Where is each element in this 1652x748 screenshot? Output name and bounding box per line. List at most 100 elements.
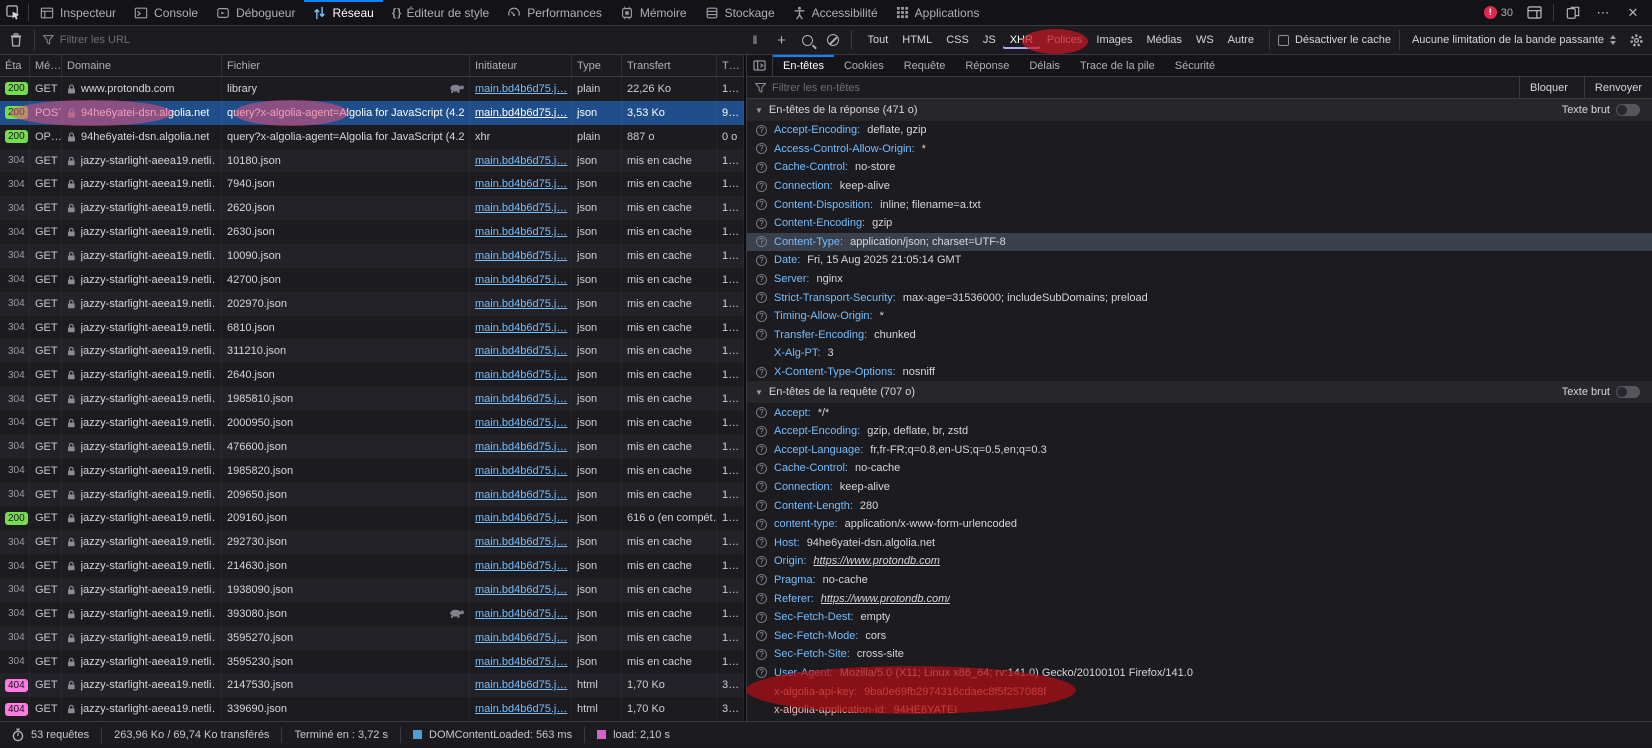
initiator-link[interactable]: main.bd4b6d75.j… [475,703,567,715]
help-question-icon[interactable]: ? [756,500,767,511]
help-question-icon[interactable]: ? [756,593,767,604]
type-filter-xhr[interactable]: XHR [1003,31,1040,49]
table-row[interactable]: 304 GET jazzy-starlight-aeea19.netli… 68… [0,316,744,340]
tab-console[interactable]: Console [125,0,207,25]
header-row[interactable]: ? Sec-Fetch-Dest: empty [747,608,1652,627]
toolbox-dock-icon[interactable] [1521,6,1547,19]
table-row[interactable]: 200 GET jazzy-starlight-aeea19.netli… 20… [0,506,744,530]
col-status[interactable]: Éta [0,55,30,76]
table-row[interactable]: 304 GET jazzy-starlight-aeea19.netli… 26… [0,220,744,244]
table-row[interactable]: 304 GET jazzy-starlight-aeea19.netli… 10… [0,244,744,268]
header-row[interactable]: ? Timing-Allow-Origin: * [747,307,1652,326]
header-row[interactable]: ? Content-Type: application/json; charse… [747,233,1652,252]
initiator-link[interactable]: main.bd4b6d75.j… [475,584,567,596]
initiator-link[interactable]: main.bd4b6d75.j… [475,202,567,214]
domcontentloaded-time[interactable]: DOMContentLoaded: 563 ms [401,727,585,743]
collapse-panel-icon[interactable] [747,55,773,76]
initiator-link[interactable]: main.bd4b6d75.j… [475,322,567,334]
header-row[interactable]: x-algolia-api-key: 9ba0e69fb2974316cdaec… [747,682,1652,701]
initiator-link[interactable]: main.bd4b6d75.j… [475,512,567,524]
type-filter-polices[interactable]: Polices [1040,31,1089,49]
type-filter-médias[interactable]: Médias [1139,31,1188,49]
header-row[interactable]: ? Accept-Encoding: deflate, gzip [747,121,1652,140]
table-row[interactable]: 304 GET jazzy-starlight-aeea19.netli… 10… [0,149,744,173]
disable-cache-checkbox[interactable]: Désactiver le cache [1278,34,1391,46]
pick-element-icon[interactable] [0,0,26,25]
header-row[interactable]: ? Cache-Control: no-store [747,158,1652,177]
header-row[interactable]: ? Sec-Fetch-Mode: cors [747,626,1652,645]
header-row[interactable]: ? Content-Encoding: gzip [747,214,1652,233]
resend-button[interactable]: Renvoyer [1584,77,1652,98]
help-question-icon[interactable]: ? [756,218,767,229]
tab-accessibilite[interactable]: Accessibilité [784,0,887,25]
initiator-link[interactable]: main.bd4b6d75.j… [475,489,567,501]
url-filter-input[interactable] [60,34,740,46]
help-question-icon[interactable]: ? [756,444,767,455]
table-row[interactable]: 304 GET jazzy-starlight-aeea19.netli… 35… [0,650,744,674]
initiator-link[interactable]: main.bd4b6d75.j… [475,393,567,405]
header-row[interactable]: ? Host: 94he6yatei-dsn.algolia.net [747,533,1652,552]
header-row[interactable]: ? Pragma: no-cache [747,571,1652,590]
initiator-link[interactable]: main.bd4b6d75.j… [475,178,567,190]
initiator-link[interactable]: main.bd4b6d75.j… [475,83,567,95]
header-row[interactable]: ? Accept-Language: fr,fr-FR;q=0.8,en-US;… [747,441,1652,460]
table-row[interactable]: 200 POST 94he6yatei-dsn.algolia.net quer… [0,101,744,125]
panel-tab-trace-de-la-pile[interactable]: Trace de la pile [1070,55,1165,76]
col-time[interactable]: T… [717,55,744,76]
header-row[interactable]: ? Content-Disposition: inline; filename=… [747,195,1652,214]
help-question-icon[interactable]: ? [756,556,767,567]
header-row[interactable]: ? Server: nginx [747,270,1652,289]
initiator-link[interactable]: main.bd4b6d75.j… [475,250,567,262]
table-row[interactable]: 304 GET jazzy-starlight-aeea19.netli… 31… [0,339,744,363]
header-row[interactable]: ? Cache-Control: no-cache [747,459,1652,478]
table-row[interactable]: 200 GET www.protondb.com library main.bd… [0,77,744,101]
raw-text-toggle[interactable] [1616,104,1640,116]
initiator-link[interactable]: main.bd4b6d75.j… [475,226,567,238]
header-row[interactable]: ? Connection: keep-alive [747,478,1652,497]
type-filter-ws[interactable]: WS [1189,31,1221,49]
type-filter-js[interactable]: JS [976,31,1003,49]
help-question-icon[interactable]: ? [756,630,767,641]
help-question-icon[interactable]: ? [756,667,767,678]
header-row[interactable]: ? Sec-Fetch-Site: cross-site [747,645,1652,664]
new-request-icon[interactable]: + [771,30,791,50]
table-row[interactable]: 200 OP… 94he6yatei-dsn.algolia.net query… [0,125,744,149]
table-row[interactable]: 304 GET jazzy-starlight-aeea19.netli… 26… [0,196,744,220]
clear-requests-icon[interactable] [6,30,26,50]
initiator-link[interactable]: main.bd4b6d75.j… [475,608,567,620]
headers-filter-input[interactable] [772,82,1513,94]
request-headers-section-header[interactable]: ▼ En-têtes de la requête (707 o) Texte b… [747,381,1652,403]
table-row[interactable]: 304 GET jazzy-starlight-aeea19.netli… 29… [0,530,744,554]
header-row[interactable]: ? Accept: */* [747,403,1652,422]
table-row[interactable]: 304 GET jazzy-starlight-aeea19.netli… 19… [0,578,744,602]
panel-tab-cookies[interactable]: Cookies [834,55,894,76]
type-filter-html[interactable]: HTML [895,31,939,49]
headers-scroll-area[interactable]: ▼ En-têtes de la réponse (471 o) Texte b… [747,99,1652,721]
help-question-icon[interactable]: ? [756,274,767,285]
panel-tab-securite[interactable]: Sécurité [1165,55,1225,76]
initiator-link[interactable]: main.bd4b6d75.j… [475,536,567,548]
col-initiator[interactable]: Initiateur [470,55,572,76]
table-row[interactable]: 304 GET jazzy-starlight-aeea19.netli… 47… [0,435,744,459]
header-row[interactable]: ? Date: Fri, 15 Aug 2025 21:05:14 GMT [747,251,1652,270]
response-headers-section-header[interactable]: ▼ En-têtes de la réponse (471 o) Texte b… [747,99,1652,121]
help-question-icon[interactable]: ? [756,236,767,247]
initiator-link[interactable]: main.bd4b6d75.j… [475,274,567,286]
help-question-icon[interactable]: ? [756,143,767,154]
help-question-icon[interactable]: ? [756,519,767,530]
tab-debogueur[interactable]: Débogueur [207,0,304,25]
table-row[interactable]: 304 GET jazzy-starlight-aeea19.netli… 79… [0,172,744,196]
header-row[interactable]: ? Accept-Encoding: gzip, deflate, br, zs… [747,422,1652,441]
table-row[interactable]: 304 GET jazzy-starlight-aeea19.netli… 20… [0,483,744,507]
initiator-link[interactable]: xhr [475,131,490,143]
header-row[interactable]: ? X-Content-Type-Options: nosniff [747,363,1652,382]
initiator-link[interactable]: main.bd4b6d75.j… [475,369,567,381]
help-question-icon[interactable]: ? [756,162,767,173]
meatball-menu-icon[interactable]: ⋯ [1590,5,1616,21]
help-question-icon[interactable]: ? [756,311,767,322]
table-row[interactable]: 304 GET jazzy-starlight-aeea19.netli… 26… [0,363,744,387]
raw-text-toggle[interactable] [1616,386,1640,398]
initiator-link[interactable]: main.bd4b6d75.j… [475,298,567,310]
type-filter-tout[interactable]: Tout [860,31,895,49]
table-row[interactable]: 304 GET jazzy-starlight-aeea19.netli… 19… [0,387,744,411]
